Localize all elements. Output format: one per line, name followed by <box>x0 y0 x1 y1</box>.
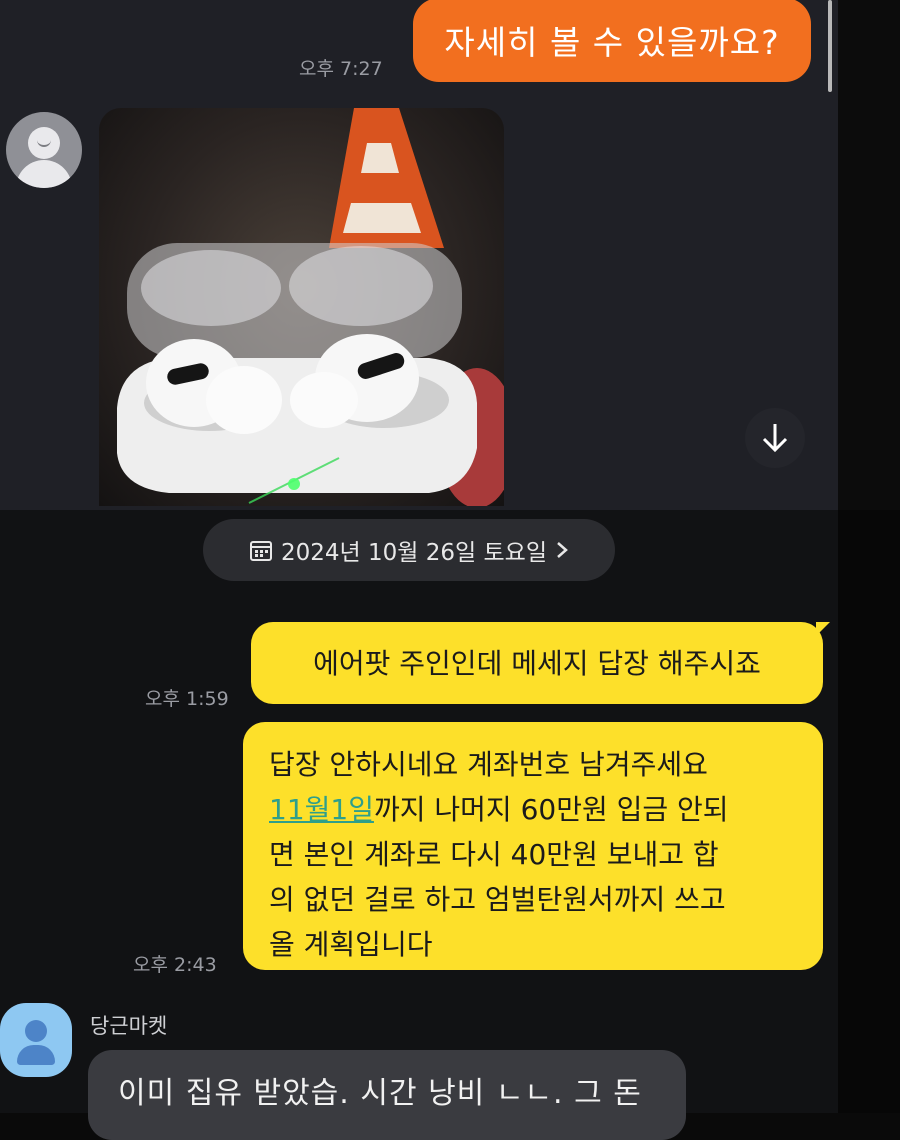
screen-edge <box>838 510 900 1113</box>
bubble-tail <box>816 622 830 636</box>
arrow-down-icon <box>762 424 788 453</box>
download-button[interactable] <box>745 408 805 468</box>
chevron-right-icon <box>557 542 568 558</box>
airpods-photo-icon <box>117 108 504 506</box>
avatar[interactable] <box>6 112 82 188</box>
message-line: 올 계획입니다 <box>269 928 433 961</box>
calendar-icon <box>250 541 273 561</box>
avatar[interactable] <box>0 1003 72 1077</box>
outgoing-message-bubble[interactable]: 자세히 볼 수 있을까요? <box>413 0 811 82</box>
message-line: 답장 안하시네요 계좌번호 남겨주세요 <box>269 748 708 781</box>
person-icon <box>25 1020 47 1042</box>
date-divider[interactable]: 2024년 10월 26일 토요일 <box>203 519 615 581</box>
sender-name: 당근마켓 <box>90 1014 168 1038</box>
message-time: 오후 1:59 <box>145 688 229 710</box>
message-line-rest: 까지 나머지 60만원 입금 안되 <box>373 793 729 826</box>
outgoing-message-bubble[interactable]: 에어팟 주인인데 메세지 답장 해주시죠 <box>251 622 823 704</box>
message-line: 의 없던 걸로 하고 엄벌탄원서까지 쓰고 <box>269 883 726 916</box>
screen-edge <box>838 0 900 510</box>
date-link[interactable]: 11월1일 <box>269 793 374 826</box>
photo-message[interactable] <box>99 108 504 506</box>
message-text: 이미 집유 받았습. 시간 낭비 ㄴㄴ. 그 돈 <box>118 1076 642 1111</box>
incoming-message-bubble[interactable]: 이미 집유 받았습. 시간 낭비 ㄴㄴ. 그 돈 <box>88 1050 686 1140</box>
message-time: 오후 7:27 <box>299 58 383 80</box>
message-time: 오후 2:43 <box>133 954 217 976</box>
outgoing-message-bubble[interactable]: 답장 안하시네요 계좌번호 남겨주세요 11월1일까지 나머지 60만원 입금 … <box>243 722 823 970</box>
date-text: 2024년 10월 26일 토요일 <box>281 540 547 566</box>
scrollbar[interactable] <box>828 0 832 92</box>
message-line: 면 본인 계좌로 다시 40만원 보내고 합 <box>269 838 719 871</box>
message-text: 에어팟 주인인데 메세지 답장 해주시죠 <box>313 646 761 680</box>
message-text: 자세히 볼 수 있을까요? <box>444 23 780 62</box>
message-line: 11월1일까지 나머지 60만원 입금 안되 <box>269 787 823 832</box>
